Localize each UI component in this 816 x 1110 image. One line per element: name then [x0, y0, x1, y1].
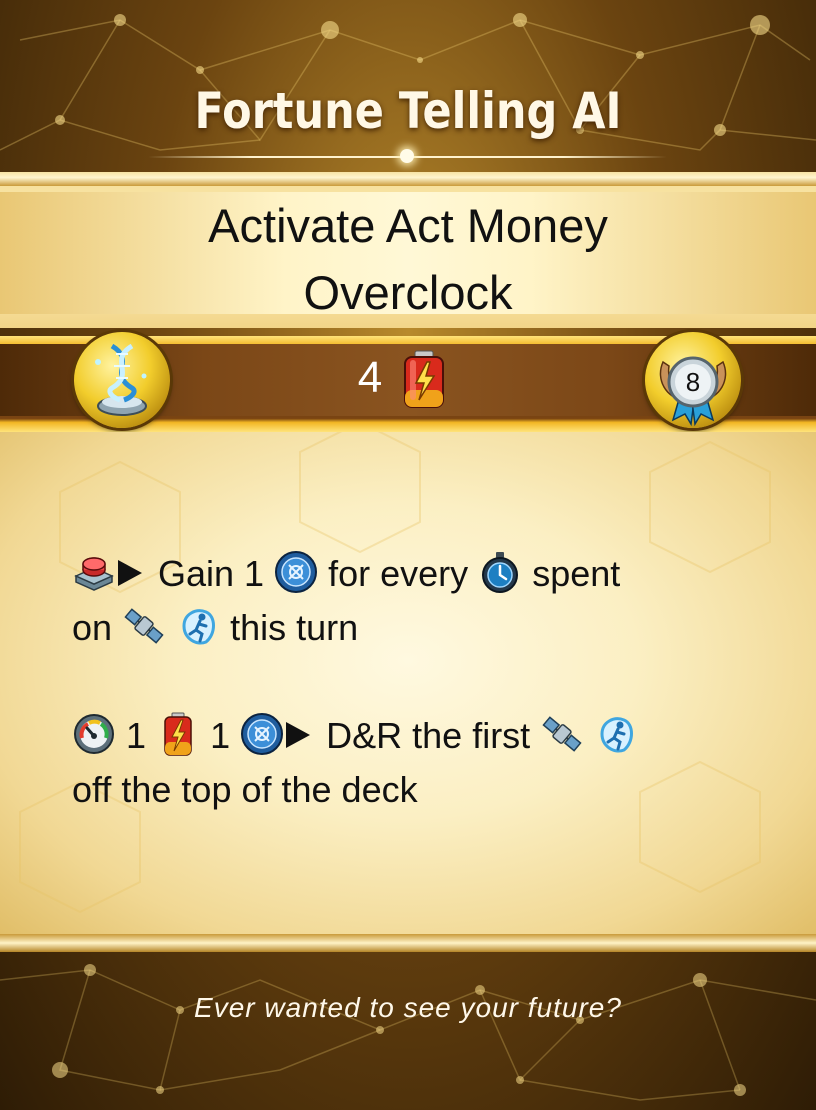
battery-icon	[404, 350, 444, 408]
ability-1-text-a: Gain 1	[158, 553, 265, 594]
ability-2-text-b: 1	[210, 715, 231, 756]
network-pattern-bottom	[0, 964, 816, 1101]
ability-1: Gain 1 for every spent on this turn	[72, 547, 722, 655]
ability-2: 1 1 D&R the first off the top of the dec…	[72, 709, 722, 817]
gold-trim-top	[0, 172, 816, 186]
coin-icon	[274, 550, 318, 594]
title-divider-dot	[400, 149, 414, 163]
ability-2-text-a: 1	[126, 715, 147, 756]
arrow-right-icon	[286, 722, 311, 748]
gold-trim-bottom	[0, 934, 816, 952]
satellite-icon	[540, 712, 584, 756]
ability-1-text-b: for every	[328, 553, 469, 594]
rank-medal-icon: 8	[645, 332, 741, 428]
ability-1-text-d: on	[72, 607, 113, 648]
card-title: Fortune Telling AI	[194, 82, 622, 140]
ability-2-text-c: D&R the first	[326, 715, 531, 756]
coin-icon	[240, 712, 284, 756]
gauge-icon	[72, 712, 116, 756]
satellite-icon	[122, 604, 166, 648]
dna-type-icon	[74, 332, 170, 428]
ability-1-text-e: this turn	[230, 607, 359, 648]
card-header: Fortune Telling AI	[0, 0, 816, 178]
trigger-button-icon	[72, 550, 116, 594]
cost-value: 4	[357, 353, 383, 402]
card-name-line-1: Activate Act Money	[208, 199, 608, 252]
arrow-right-icon	[118, 560, 142, 586]
card-body	[0, 432, 816, 940]
runner-icon	[594, 712, 638, 756]
flavor-text: Ever wanted to see your future?	[194, 992, 622, 1023]
battery-icon	[156, 712, 200, 756]
rank-value: 8	[685, 367, 701, 397]
card: Fortune Telling AI Activate Act Money Ov…	[0, 0, 816, 1110]
ability-2-text-d: off the top of the deck	[72, 769, 418, 810]
card-name: Activate Act Money Overclock	[0, 192, 816, 326]
card-name-line-2: Overclock	[303, 266, 513, 319]
ability-1-text-c: spent	[532, 553, 621, 594]
stopwatch-icon	[478, 550, 522, 594]
runner-icon	[176, 604, 220, 648]
